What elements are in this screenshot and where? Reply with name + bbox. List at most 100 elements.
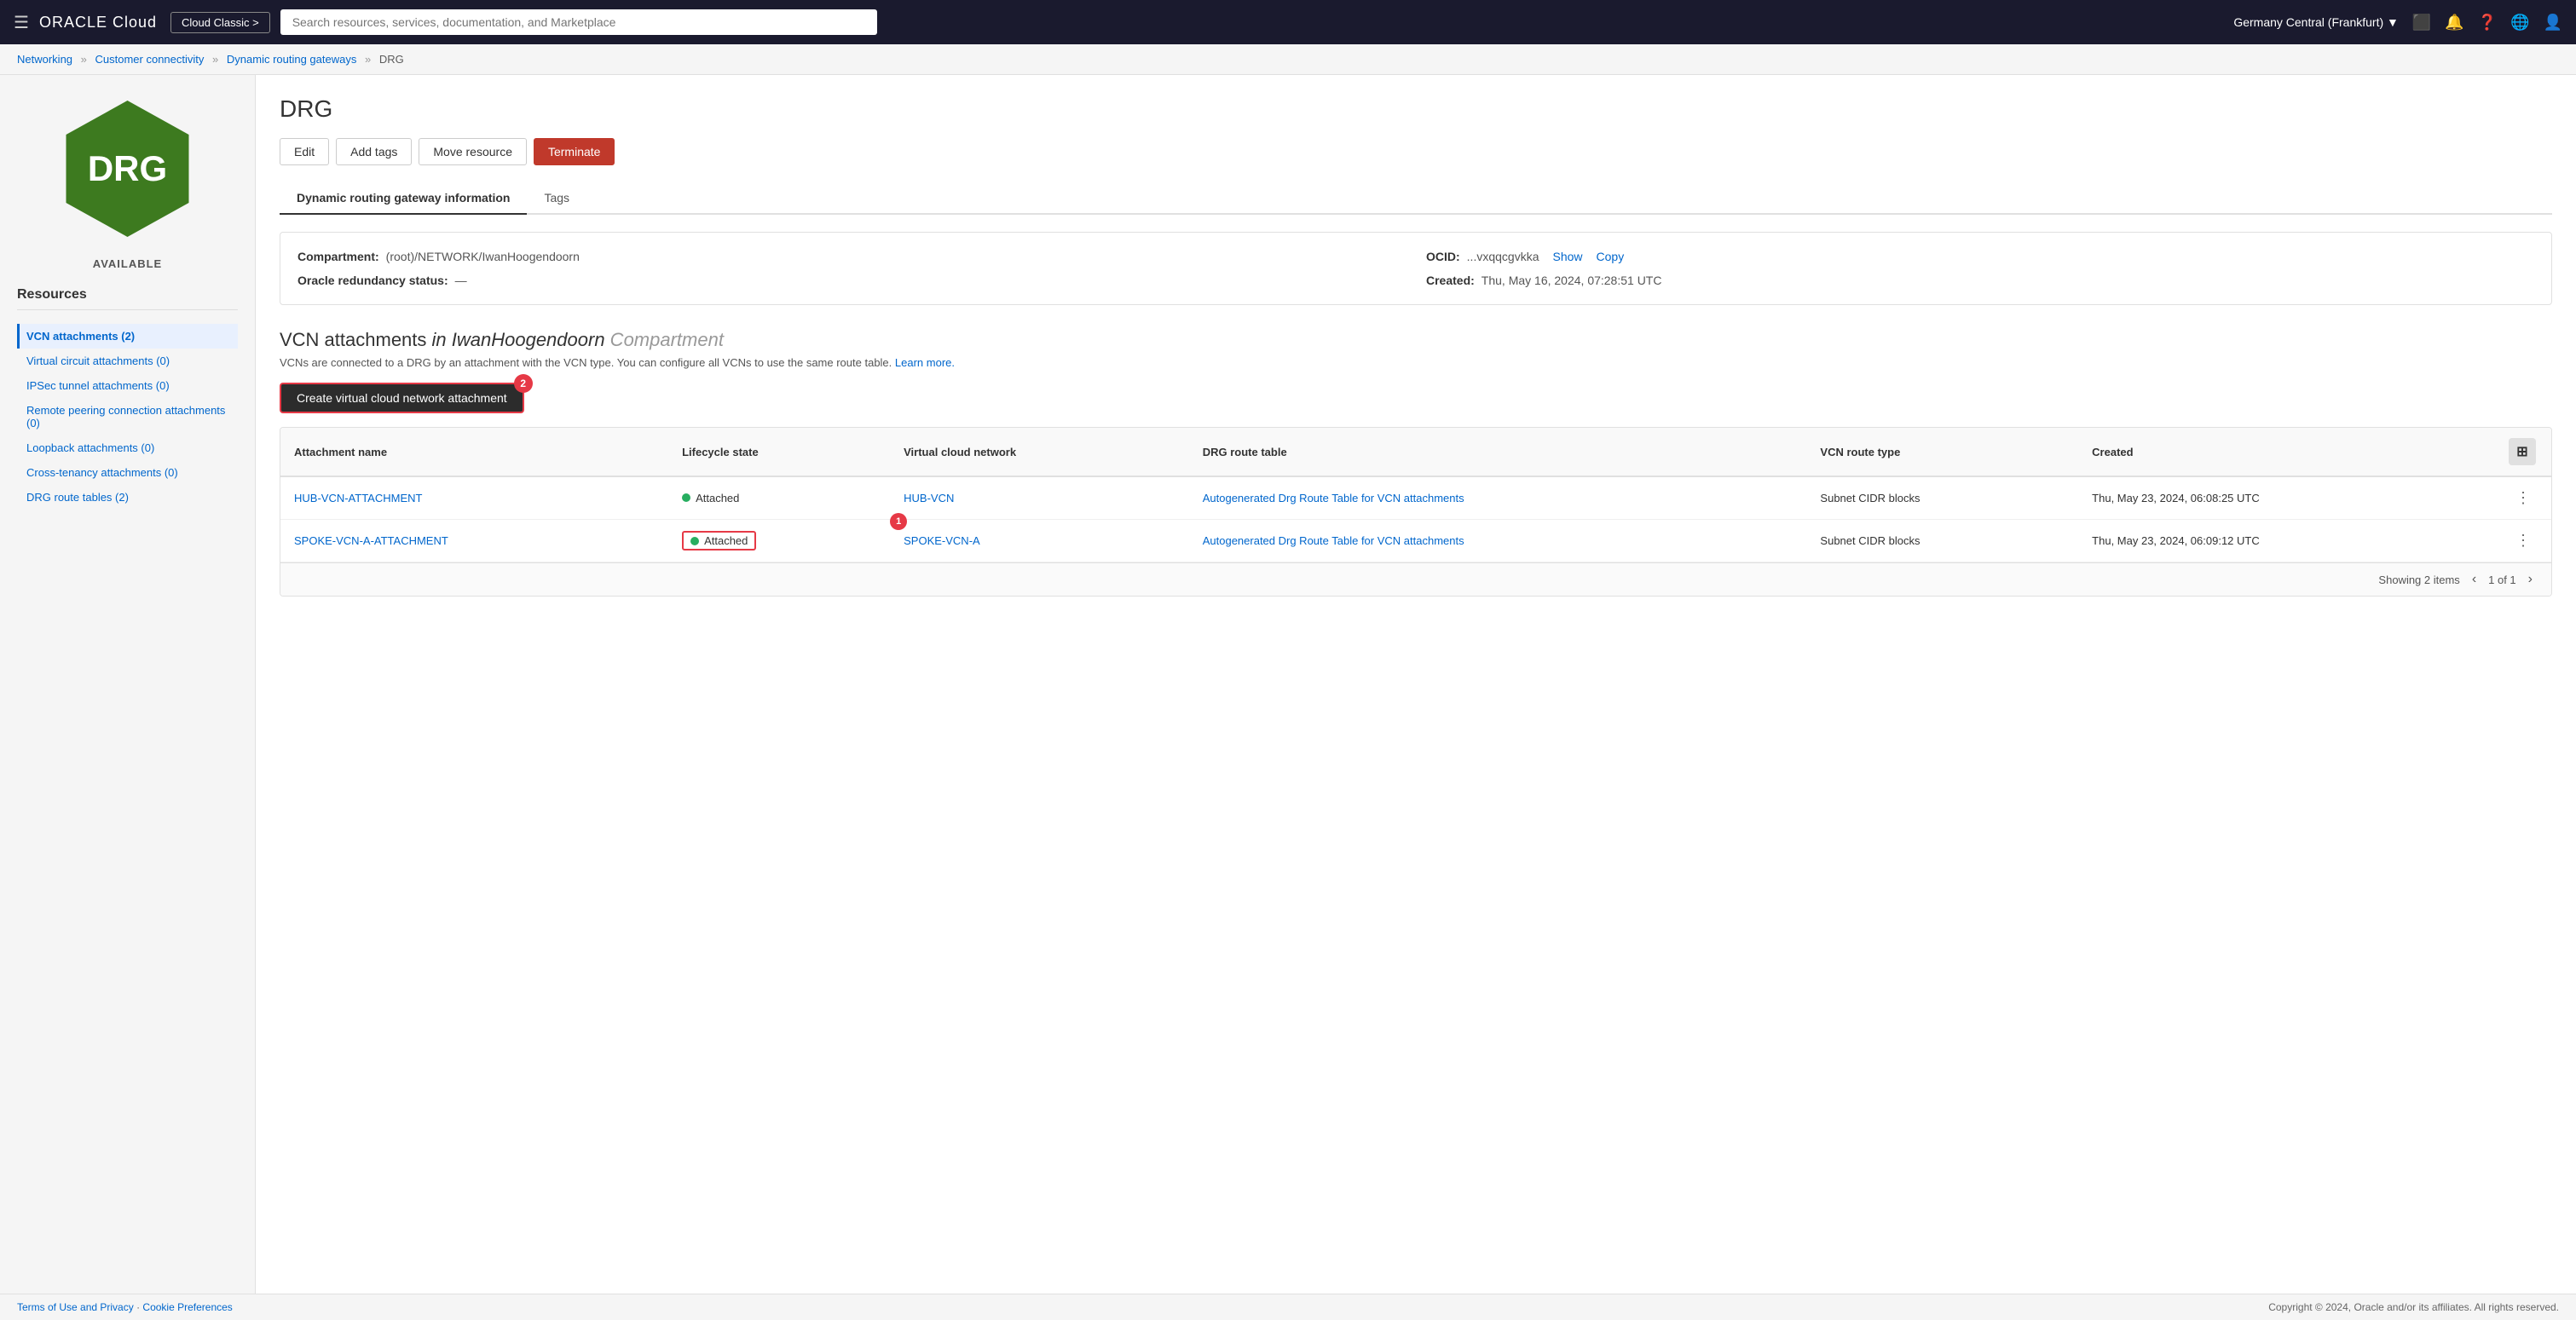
table-body: HUB-VCN-ATTACHMENT Attached HUB-VCN Autogen… bbox=[280, 476, 2551, 562]
bell-icon[interactable]: 🔔 bbox=[2445, 14, 2463, 32]
info-grid: Compartment: (root)/NETWORK/IwanHoogendo… bbox=[297, 250, 2534, 287]
col-created: Created bbox=[2078, 428, 2495, 476]
help-icon[interactable]: ❓ bbox=[2478, 14, 2497, 32]
sidebar-item-2[interactable]: IPSec tunnel attachments (0) bbox=[17, 373, 238, 398]
ocid-label: OCID: bbox=[1426, 250, 1460, 263]
attachment-name-link[interactable]: HUB-VCN-ATTACHMENT bbox=[294, 492, 422, 504]
top-navigation: ☰ ORACLE Cloud Cloud Classic > Germany C… bbox=[0, 0, 2576, 44]
hexagon-shape: DRG bbox=[60, 101, 196, 237]
breadcrumb-dynamic-routing-gateways[interactable]: Dynamic routing gateways bbox=[227, 53, 356, 66]
action-buttons: Edit Add tags Move resource Terminate bbox=[280, 138, 2552, 165]
vcn-route-type: Subnet CIDR blocks bbox=[1806, 520, 2078, 562]
created-date: Thu, May 23, 2024, 06:08:25 UTC bbox=[2078, 476, 2495, 520]
move-resource-button[interactable]: Move resource bbox=[419, 138, 527, 165]
created-value: Thu, May 16, 2024, 07:28:51 UTC bbox=[1481, 274, 1662, 287]
table-settings-icon[interactable]: ⊞ bbox=[2509, 438, 2536, 465]
hamburger-icon[interactable]: ☰ bbox=[14, 12, 29, 33]
drg-route-table-link[interactable]: Autogenerated Drg Route Table for VCN at… bbox=[1203, 492, 1464, 504]
status-badge-highlighted: Attached bbox=[682, 531, 756, 550]
breadcrumb-networking[interactable]: Networking bbox=[17, 53, 72, 66]
vcn-link[interactable]: SPOKE-VCN-A bbox=[904, 534, 980, 547]
hexagon-label: DRG bbox=[88, 151, 167, 187]
create-vcn-attachment-button[interactable]: Create virtual cloud network attachment bbox=[280, 383, 524, 413]
sidebar-item-1[interactable]: Virtual circuit attachments (0) bbox=[17, 349, 238, 373]
vcn-section-description: VCNs are connected to a DRG by an attach… bbox=[280, 356, 2552, 369]
ocid-show-link[interactable]: Show bbox=[1553, 250, 1583, 263]
table-footer: Showing 2 items ‹ 1 of 1 › bbox=[280, 562, 2551, 596]
page-title: DRG bbox=[280, 95, 2552, 123]
drg-route-table-link[interactable]: Autogenerated Drg Route Table for VCN at… bbox=[1203, 534, 1464, 547]
compartment-label: Compartment: bbox=[297, 250, 379, 263]
sidebar-item-3[interactable]: Remote peering connection attachments (0… bbox=[17, 398, 238, 435]
table-row: HUB-VCN-ATTACHMENT Attached HUB-VCN Autogen… bbox=[280, 476, 2551, 520]
add-tags-button[interactable]: Add tags bbox=[336, 138, 412, 165]
sidebar-item-0[interactable]: VCN attachments (2) bbox=[17, 324, 238, 349]
edit-button[interactable]: Edit bbox=[280, 138, 329, 165]
compartment-value: (root)/NETWORK/IwanHoogendoorn bbox=[386, 250, 580, 263]
learn-more-link[interactable]: Learn more. bbox=[895, 356, 955, 369]
kebab-menu-button[interactable]: ⋮ bbox=[2509, 530, 2538, 551]
redundancy-label: Oracle redundancy status: bbox=[297, 274, 448, 287]
created-row: Created: Thu, May 16, 2024, 07:28:51 UTC bbox=[1426, 274, 2534, 287]
redundancy-value: — bbox=[455, 274, 467, 287]
vcn-route-type: Subnet CIDR blocks bbox=[1806, 476, 2078, 520]
created-label: Created: bbox=[1426, 274, 1475, 287]
left-panel: DRG AVAILABLE Resources VCN attachments … bbox=[0, 75, 256, 1294]
vcn-attachments-table: Attachment name Lifecycle state Virtual … bbox=[280, 427, 2552, 597]
main-layout: DRG AVAILABLE Resources VCN attachments … bbox=[0, 75, 2576, 1294]
breadcrumb-current: DRG bbox=[379, 53, 404, 66]
hexagon-container: DRG bbox=[51, 92, 205, 245]
sidebar-item-5[interactable]: Cross-tenancy attachments (0) bbox=[17, 460, 238, 485]
breadcrumb: Networking » Customer connectivity » Dyn… bbox=[0, 44, 2576, 75]
kebab-menu-button[interactable]: ⋮ bbox=[2509, 487, 2538, 509]
tab-tags[interactable]: Tags bbox=[527, 182, 586, 215]
tabs-container: Dynamic routing gateway information Tags bbox=[280, 182, 2552, 215]
table-row: SPOKE-VCN-A-ATTACHMENTAttached1SPOKE-VCN… bbox=[280, 520, 2551, 562]
tab-info[interactable]: Dynamic routing gateway information bbox=[280, 182, 527, 215]
user-icon[interactable]: 👤 bbox=[2544, 14, 2562, 32]
globe-icon[interactable]: 🌐 bbox=[2510, 14, 2529, 32]
pagination-info: 1 of 1 bbox=[2488, 574, 2516, 586]
showing-items: Showing 2 items bbox=[2378, 574, 2459, 586]
col-settings: ⊞ bbox=[2495, 428, 2551, 476]
col-drg-route-table: DRG route table bbox=[1189, 428, 1807, 476]
breadcrumb-customer-connectivity[interactable]: Customer connectivity bbox=[95, 53, 205, 66]
resources-title: Resources bbox=[17, 287, 238, 310]
redundancy-row: Oracle redundancy status: — bbox=[297, 274, 1406, 287]
created-date: Thu, May 23, 2024, 06:09:12 UTC bbox=[2078, 520, 2495, 562]
ocid-row: OCID: ...vxqqcgvkka Show Copy bbox=[1426, 250, 2534, 263]
status-badge: AVAILABLE bbox=[93, 257, 162, 270]
pagination-prev-button[interactable]: ‹ bbox=[2467, 570, 2481, 589]
sidebar-nav: VCN attachments (2)Virtual circuit attac… bbox=[17, 324, 238, 510]
region-selector[interactable]: Germany Central (Frankfurt) ▼ bbox=[2233, 15, 2399, 29]
table-header-row: Attachment name Lifecycle state Virtual … bbox=[280, 428, 2551, 476]
create-button-badge: 2 bbox=[514, 374, 533, 393]
pagination-next-button[interactable]: › bbox=[2523, 570, 2538, 589]
footer-left: Terms of Use and Privacy · Cookie Prefer… bbox=[17, 1301, 233, 1313]
oracle-logo: ORACLE Cloud bbox=[39, 14, 157, 32]
col-attachment-name: Attachment name bbox=[280, 428, 668, 476]
terms-link[interactable]: Terms of Use and Privacy bbox=[17, 1301, 134, 1313]
nav-right: Germany Central (Frankfurt) ▼ ⬛ 🔔 ❓ 🌐 👤 bbox=[2233, 14, 2562, 32]
cloud-classic-button[interactable]: Cloud Classic > bbox=[170, 12, 270, 33]
console-icon[interactable]: ⬛ bbox=[2412, 14, 2431, 32]
content-area: DRG Edit Add tags Move resource Terminat… bbox=[256, 75, 2576, 1294]
search-input[interactable] bbox=[280, 9, 877, 35]
vcn-link[interactable]: HUB-VCN bbox=[904, 492, 954, 504]
drg-icon-container: DRG AVAILABLE bbox=[17, 92, 238, 270]
cookie-link[interactable]: Cookie Preferences bbox=[142, 1301, 232, 1313]
col-lifecycle-state: Lifecycle state bbox=[668, 428, 890, 476]
attachment-name-link[interactable]: SPOKE-VCN-A-ATTACHMENT bbox=[294, 534, 448, 547]
status-attached: Attached bbox=[682, 492, 739, 504]
sidebar-item-6[interactable]: DRG route tables (2) bbox=[17, 485, 238, 510]
compartment-row: Compartment: (root)/NETWORK/IwanHoogendo… bbox=[297, 250, 1406, 263]
ocid-value: ...vxqqcgvkka bbox=[1467, 250, 1539, 263]
terminate-button[interactable]: Terminate bbox=[534, 138, 615, 165]
create-btn-container: Create virtual cloud network attachment … bbox=[280, 383, 524, 413]
page-footer: Terms of Use and Privacy · Cookie Prefer… bbox=[0, 1294, 2576, 1320]
info-panel: Compartment: (root)/NETWORK/IwanHoogendo… bbox=[280, 232, 2552, 305]
footer-copyright: Copyright © 2024, Oracle and/or its affi… bbox=[2268, 1301, 2559, 1313]
col-vcn-route-type: VCN route type bbox=[1806, 428, 2078, 476]
ocid-copy-link[interactable]: Copy bbox=[1597, 250, 1625, 263]
sidebar-item-4[interactable]: Loopback attachments (0) bbox=[17, 435, 238, 460]
